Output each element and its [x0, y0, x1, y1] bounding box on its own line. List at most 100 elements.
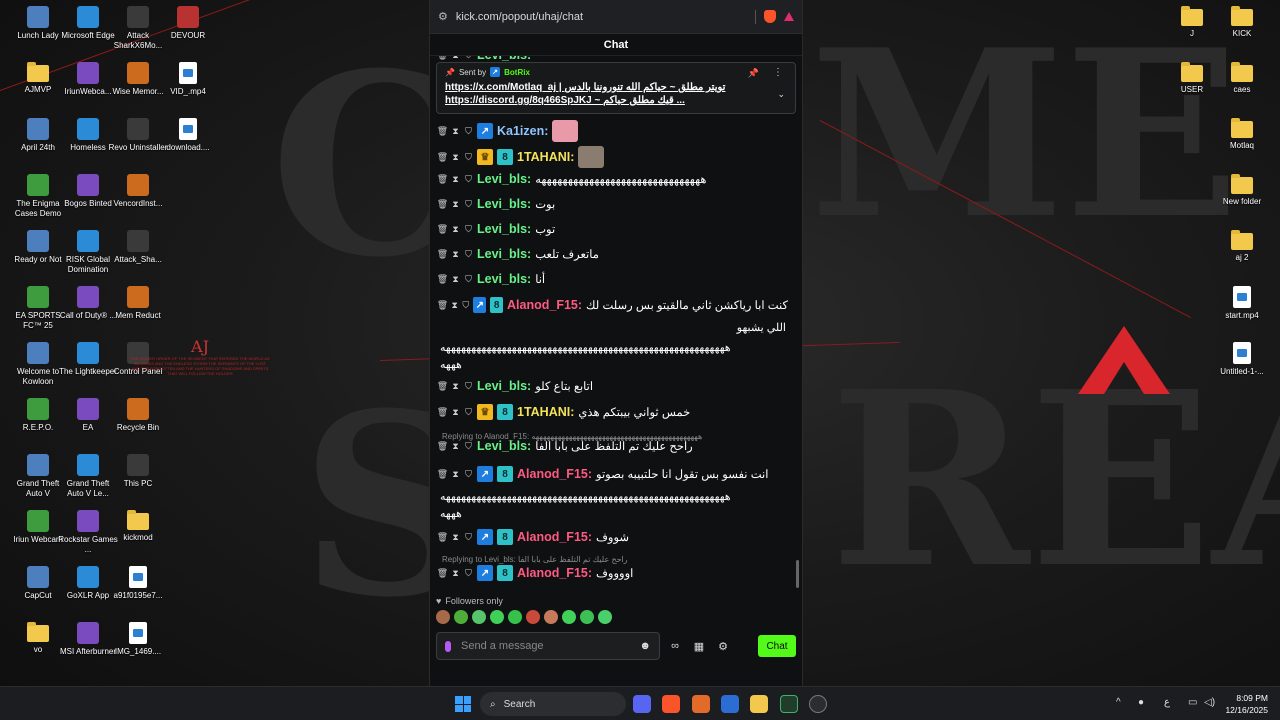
chat-username[interactable]: Alanod_F15:	[517, 566, 592, 580]
desktop-icon[interactable]: Attack SharkX6Mo...	[112, 6, 164, 60]
shield-icon[interactable]: ⛉	[464, 56, 473, 60]
emoji-picker-icon[interactable]: ☻	[639, 640, 651, 652]
steam-icon[interactable]	[809, 695, 827, 713]
shield-icon[interactable]: ⛉	[464, 568, 473, 578]
emote-quick-bar[interactable]	[436, 610, 612, 624]
unpin-icon[interactable]: 📌	[748, 68, 759, 79]
desktop-icon[interactable]: Iriun Webcam	[12, 510, 64, 564]
trash-icon[interactable]: 🗑	[437, 56, 448, 60]
chat-username[interactable]: Levi_bls:	[477, 379, 531, 393]
chat-username[interactable]: Levi_bls:	[477, 439, 531, 453]
desktop-icon[interactable]: VID_.mp4	[162, 62, 214, 116]
trash-icon[interactable]: 🗑	[437, 469, 448, 479]
emote-10-icon[interactable]	[598, 610, 612, 624]
chat-username[interactable]: Alanod_F15:	[507, 298, 582, 312]
desktop-icon[interactable]: Bogos Binted	[62, 174, 114, 228]
shield-icon[interactable]: ⛉	[464, 441, 473, 451]
desktop-icon[interactable]: caes	[1216, 62, 1268, 116]
desktop-icon[interactable]: VencordInst...	[112, 174, 164, 228]
more-options-icon[interactable]: ⋮	[773, 67, 783, 78]
shield-icon[interactable]: ⛉	[464, 274, 473, 284]
chat-message[interactable]: 🗑 ⧗ ⛉ ↗ Ka1izen:	[437, 120, 788, 142]
shield-icon[interactable]: ⛉	[464, 224, 473, 234]
trash-icon[interactable]: 🗑	[437, 174, 448, 184]
chat-username[interactable]: Levi_bls:	[477, 272, 531, 286]
desktop-icon[interactable]: aj 2	[1216, 230, 1268, 284]
chat-username[interactable]: Ka1izen:	[497, 124, 548, 138]
chat-message[interactable]: 🗑 ⧗ ⛉ ♛ 8 1TAHANI:	[437, 146, 788, 168]
hourglass-icon[interactable]: ⧗	[451, 274, 460, 284]
desktop-icon[interactable]: kickmod	[112, 510, 164, 564]
desktop-icon[interactable]: R.E.P.O.	[12, 398, 64, 452]
shield-icon[interactable]: ⛉	[464, 469, 473, 479]
chat-username[interactable]: Levi_bls:	[477, 247, 531, 261]
shield-icon[interactable]: ⛉	[464, 199, 473, 209]
url-text[interactable]: kick.com/popout/uhaj/chat	[456, 11, 747, 23]
chat-message[interactable]: 🗑 ⧗ ⛉ Levi_bls: أنا	[437, 272, 788, 286]
brave-rewards-icon[interactable]	[784, 12, 794, 21]
discord-icon[interactable]	[633, 695, 651, 713]
desktop-icon[interactable]: EA SPORTS FC™ 25	[12, 286, 64, 340]
brave-icon[interactable]	[662, 695, 680, 713]
hourglass-icon[interactable]: ⧗	[451, 199, 460, 209]
shield-icon[interactable]: ⛉	[464, 249, 473, 259]
desktop-icon[interactable]: The Lightkeeper	[59, 342, 117, 396]
chat-message[interactable]: 🗑 ⧗ ⛉ Levi_bls: هههههههههههههههههههههههههههه…	[437, 172, 788, 186]
chat-message[interactable]: 🗑 ⧗ ⛉ ↗ 8 Alanod_F15: اووووف	[437, 565, 788, 581]
goxlr-icon[interactable]	[780, 695, 798, 713]
desktop-icon[interactable]: start.mp4	[1216, 286, 1268, 340]
desktop-icon[interactable]: Untitled-1-...	[1216, 342, 1268, 396]
hourglass-icon[interactable]: ⧗	[451, 532, 460, 542]
desktop-icon[interactable]: J	[1166, 6, 1218, 60]
chat-message[interactable]: 🗑 ⧗ ⛉ ↗ 8 Alanod_F15: شووف	[437, 529, 788, 545]
desktop-icon[interactable]: Call of Duty® ...	[60, 286, 116, 340]
emote-6-icon[interactable]	[526, 610, 540, 624]
chat-message[interactable]: 🗑 ⧗ ⛉ ♛ 8 1TAHANI: خمس ثواني بيبتكم هذي	[437, 404, 788, 420]
emote-8-icon[interactable]	[562, 610, 576, 624]
hourglass-icon[interactable]: ⧗	[451, 441, 460, 451]
trash-icon[interactable]: 🗑	[437, 152, 448, 162]
site-settings-icon[interactable]: ⚙	[438, 10, 448, 23]
hourglass-icon[interactable]: ⧗	[451, 56, 460, 60]
file-explorer-icon[interactable]	[750, 695, 768, 713]
desktop-icon[interactable]: IMG_1469....	[112, 622, 164, 676]
emote-5-icon[interactable]	[508, 610, 522, 624]
trash-icon[interactable]: 🗑	[437, 224, 448, 234]
desktop-icon[interactable]: DEVOUR	[162, 6, 214, 60]
desktop-icon[interactable]: EA	[62, 398, 114, 452]
chat-message[interactable]: 🗑 ⧗ ⛉ ↗ 8 Alanod_F15: كنت ابا رياكشن ثاني مالق…	[437, 297, 788, 313]
desktop-icon[interactable]: USER	[1166, 62, 1218, 116]
desktop-icon[interactable]: a91f0195e7...	[112, 566, 164, 620]
desktop-icon[interactable]: Homeless	[62, 118, 114, 172]
pinned-message[interactable]: 📌 Sent by ↗ BotRix https://x.com/Motlaq_…	[436, 62, 796, 114]
chat-scrollbar[interactable]	[796, 560, 799, 588]
shield-icon[interactable]: ⛉	[464, 152, 473, 162]
shield-icon[interactable]: ⛉	[464, 174, 473, 184]
chat-message[interactable]: 🗑 ⧗ ⛉ Levi_bls: توب	[437, 222, 788, 236]
clock[interactable]: 8:09 PM 12/16/2025	[1225, 692, 1268, 716]
emote-1-icon[interactable]	[436, 610, 450, 624]
chat-message[interactable]: 🗑 ⧗ ⛉ Levi_bls: بوت	[437, 197, 788, 211]
pinned-text-line1[interactable]: https://x.com/Motlaq_aj | تويتر مطلق ~ ح…	[445, 81, 787, 94]
message-placeholder[interactable]: Send a message	[461, 640, 544, 652]
hourglass-icon[interactable]: ⧗	[451, 174, 460, 184]
emote-3-icon[interactable]	[472, 610, 486, 624]
trash-icon[interactable]: 🗑	[437, 532, 448, 542]
hourglass-icon[interactable]: ⧗	[451, 249, 460, 259]
chat-username[interactable]: Levi_bls:	[477, 197, 531, 211]
app-icon[interactable]	[692, 695, 710, 713]
shield-icon[interactable]: ⛉	[464, 407, 473, 417]
desktop-icon[interactable]: April 24th	[12, 118, 64, 172]
chat-message[interactable]: 🗑 ⧗ ⛉ Levi_bls: اتابع بتاع كلو	[437, 379, 788, 393]
desktop-icon[interactable]: MSI Afterburner	[60, 622, 116, 676]
chevron-up-icon[interactable]: ^	[1116, 697, 1121, 708]
chevron-down-icon[interactable]: ⌄	[777, 89, 785, 100]
trash-icon[interactable]: 🗑	[437, 274, 448, 284]
desktop-icon[interactable]: The Enigma Cases Demo	[12, 174, 64, 228]
chat-username[interactable]: 1TAHANI:	[517, 405, 574, 419]
chat-username[interactable]: Levi_bls:	[477, 222, 531, 236]
settings-gear-icon[interactable]: ⚙	[714, 640, 732, 653]
desktop-icon[interactable]: Welcome to Kowloon	[12, 342, 64, 396]
emote-image[interactable]	[578, 146, 605, 168]
emote-2-icon[interactable]	[454, 610, 468, 624]
